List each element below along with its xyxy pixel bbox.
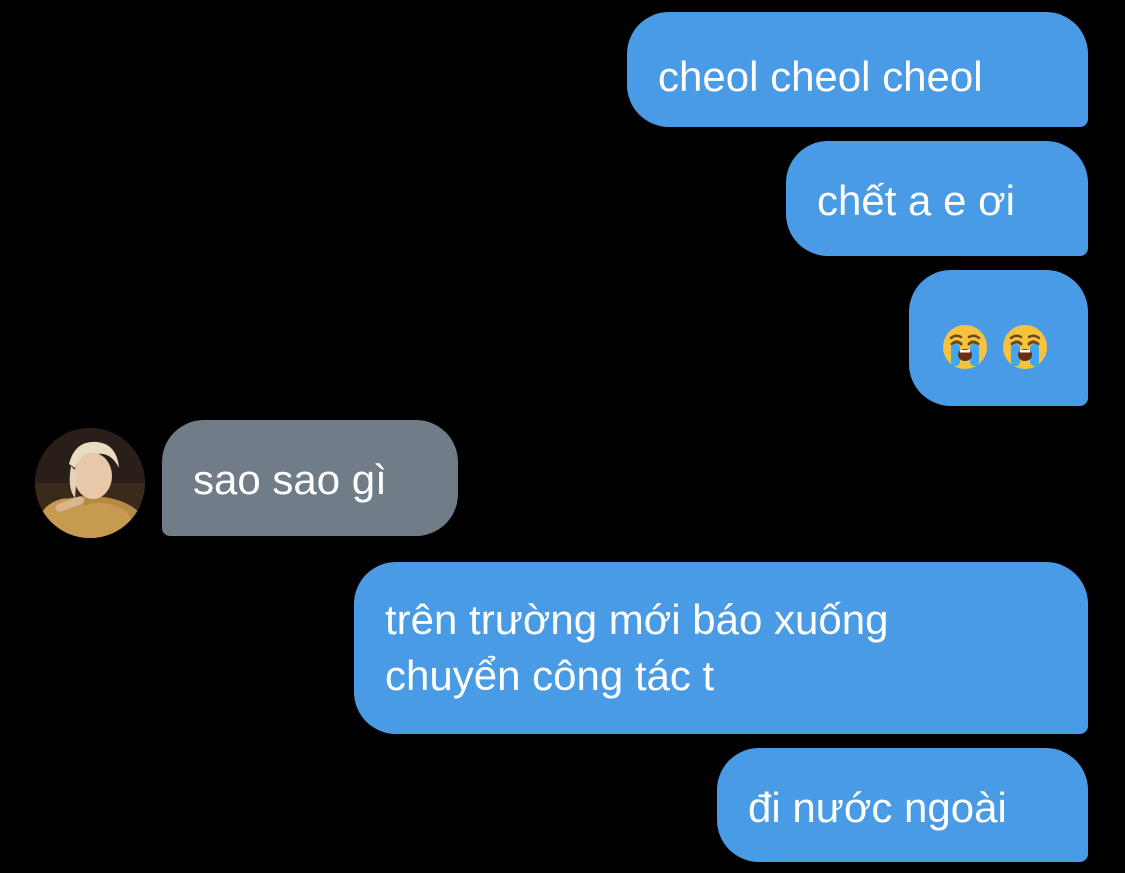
message-bubble-outgoing[interactable]: chết a e ơi — [786, 141, 1088, 256]
message-text: chết a e ơi — [817, 177, 1015, 224]
message-text-line: chuyển công tác t — [385, 652, 715, 699]
message-bubble-outgoing[interactable] — [909, 270, 1088, 406]
message-bubble-outgoing[interactable]: đi nước ngoài — [717, 748, 1088, 862]
message-text: cheol cheol cheol — [658, 53, 983, 100]
message-bubble-incoming[interactable]: sao sao gì — [162, 420, 458, 536]
loudly-crying-face-icon — [1001, 323, 1049, 371]
message-text: đi nước ngoài — [748, 784, 1007, 831]
message-bubble-outgoing[interactable]: trên trường mới báo xuống chuyển công tá… — [354, 562, 1088, 734]
contact-avatar[interactable] — [35, 428, 145, 538]
message-bubble-outgoing[interactable]: cheol cheol cheol — [627, 12, 1088, 127]
message-text-line: trên trường mới báo xuống — [385, 596, 889, 643]
message-text: sao sao gì — [193, 456, 387, 503]
loudly-crying-face-icon — [941, 323, 989, 371]
